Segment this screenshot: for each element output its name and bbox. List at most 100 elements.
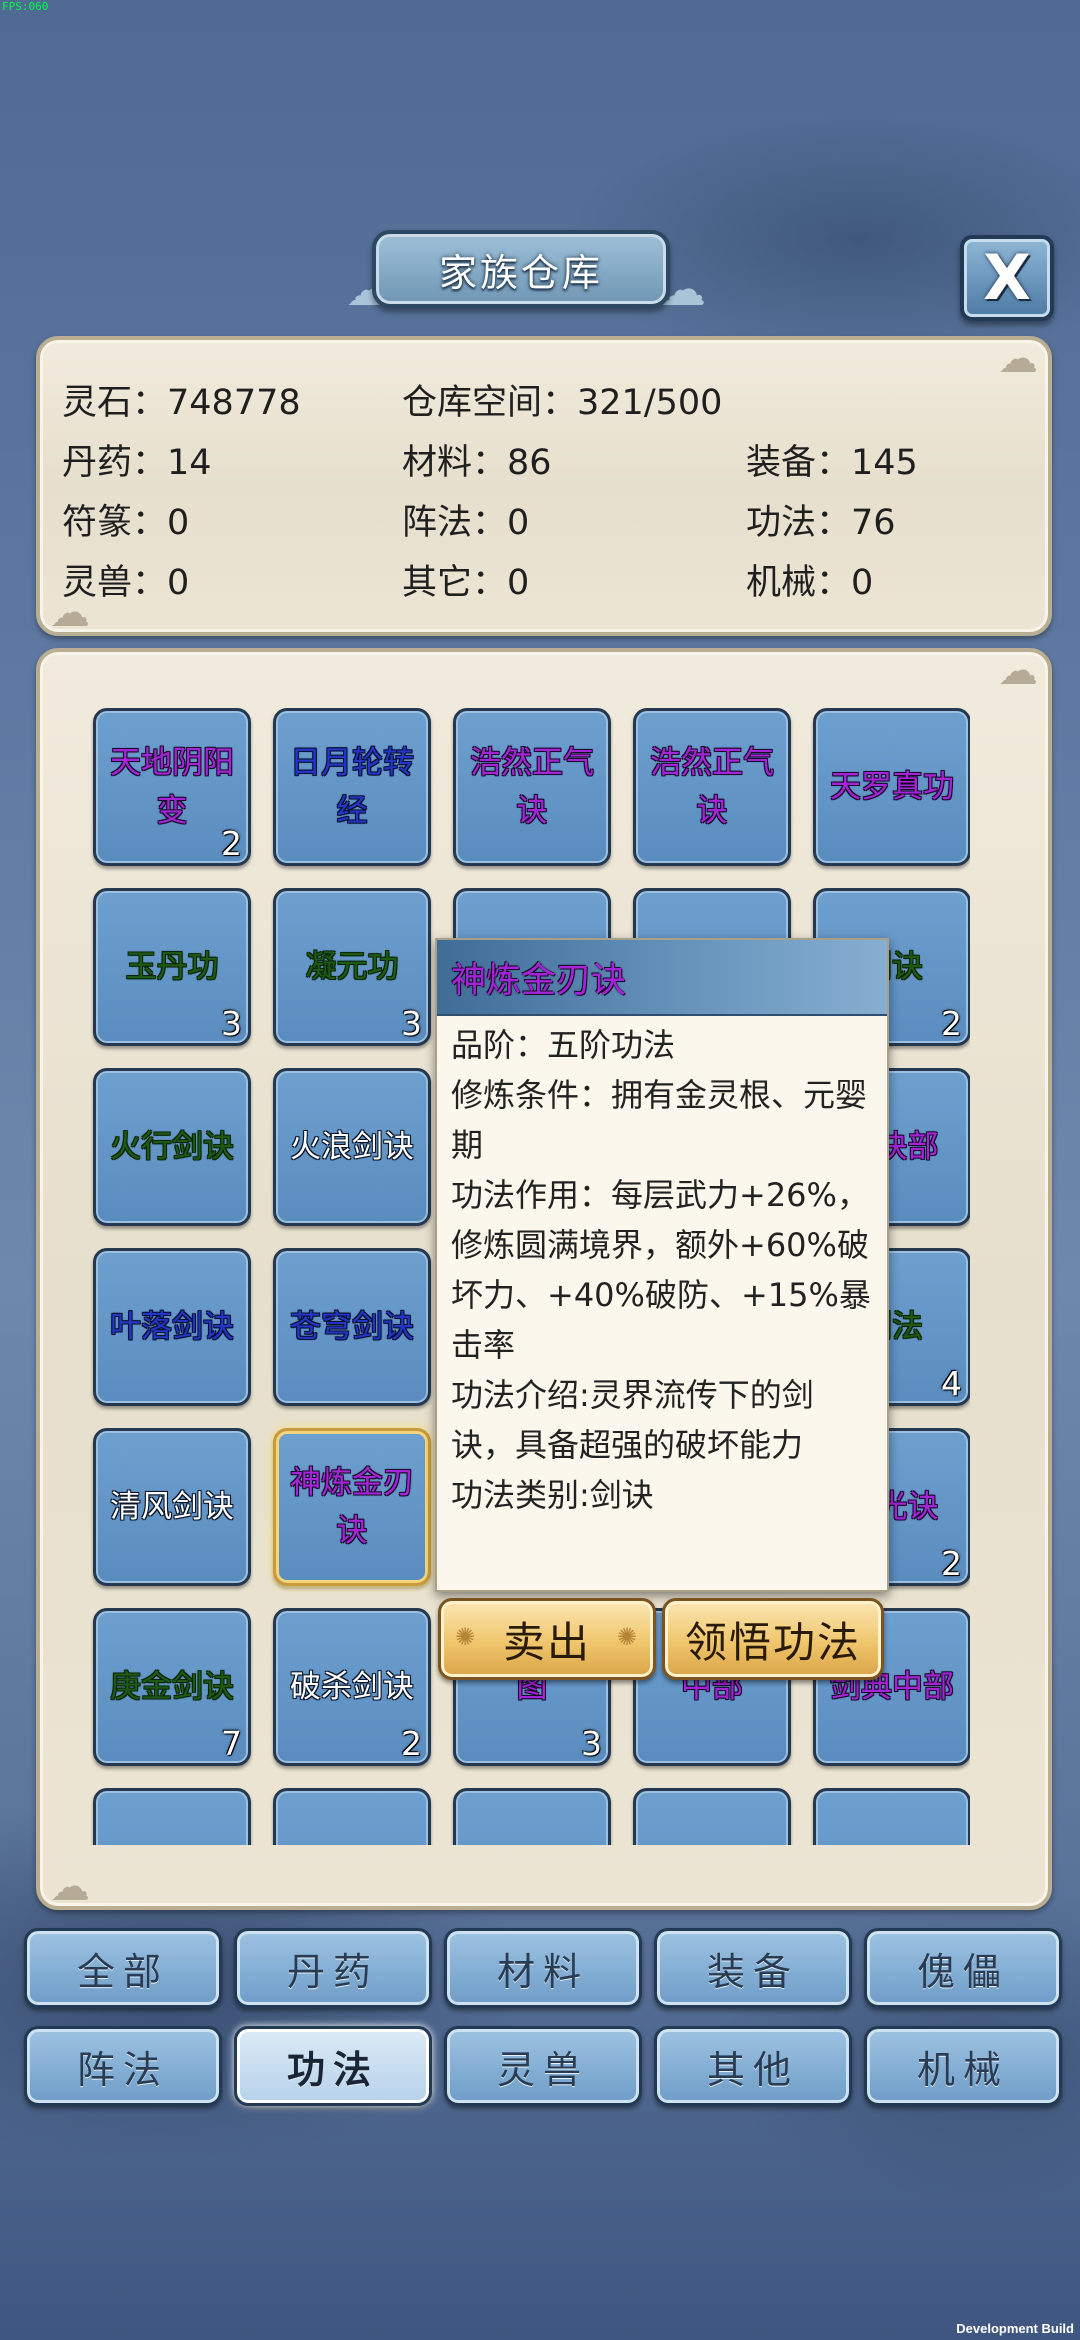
item-slot[interactable] bbox=[273, 1788, 431, 1845]
item-name bbox=[96, 1791, 248, 1845]
tooltip-line: 品阶：五阶功法 bbox=[451, 1026, 676, 1064]
stat-value: 0 bbox=[167, 563, 190, 603]
item-count: 2 bbox=[401, 1724, 422, 1763]
item-slot[interactable] bbox=[453, 1788, 611, 1845]
tab-label: 丹药 bbox=[286, 1949, 379, 1994]
item-slot[interactable]: 天地阴阳变 2 bbox=[93, 708, 251, 866]
item-name: 浩然正气诀 bbox=[650, 745, 774, 829]
tab-5[interactable]: 傀儡 bbox=[864, 1928, 1062, 2008]
close-button[interactable]: X bbox=[960, 235, 1054, 321]
item-count: 3 bbox=[581, 1724, 602, 1763]
item-name: 叶落剑诀 bbox=[110, 1309, 234, 1345]
tab-6[interactable]: 阵法 bbox=[24, 2026, 222, 2106]
tab-1[interactable]: 全部 bbox=[24, 1928, 222, 2008]
item-slot[interactable]: 苍穹剑诀 bbox=[273, 1248, 431, 1406]
stat-zhenfa: 阵法：0 bbox=[402, 494, 529, 545]
item-slot[interactable]: 破杀剑诀 2 bbox=[273, 1608, 431, 1766]
stat-fuzhuan: 符篆：0 bbox=[62, 494, 189, 545]
title-plate: 家族仓库 bbox=[372, 230, 670, 308]
stat-value: 748778 bbox=[167, 383, 301, 423]
cloud-corner-icon: ☁ bbox=[998, 336, 1038, 382]
item-slot[interactable]: 清风剑诀 bbox=[93, 1428, 251, 1586]
tooltip-line: 修炼条件：拥有金灵根、元婴期 bbox=[451, 1076, 868, 1164]
tooltip-body: 品阶：五阶功法 修炼条件：拥有金灵根、元婴期 功法作用：每层武力+26%，修炼圆… bbox=[451, 1020, 877, 1520]
stat-label: 装备： bbox=[746, 443, 852, 483]
stat-value: 145 bbox=[851, 443, 918, 483]
tab-8[interactable]: 灵兽 bbox=[444, 2026, 642, 2106]
item-name: 苍穹剑诀 bbox=[290, 1309, 414, 1345]
stat-label: 丹药： bbox=[62, 443, 168, 483]
stat-label: 灵兽： bbox=[62, 563, 168, 603]
item-name: 浩然正气诀 bbox=[470, 745, 594, 829]
stat-value: 0 bbox=[167, 503, 190, 543]
item-slot[interactable]: 火浪剑诀 bbox=[273, 1068, 431, 1226]
tab-label: 机械 bbox=[916, 2047, 1009, 2092]
learn-button-label: 领悟功法 bbox=[684, 1617, 861, 1667]
page-title: 家族仓库 bbox=[438, 250, 603, 295]
tab-10[interactable]: 机械 bbox=[864, 2026, 1062, 2106]
item-slot[interactable]: 浩然正气诀 bbox=[633, 708, 791, 866]
stat-value: 321/500 bbox=[577, 383, 723, 423]
stat-qita: 其它：0 bbox=[402, 554, 529, 605]
tab-label: 全部 bbox=[76, 1949, 169, 1994]
stat-space: 仓库空间：321/500 bbox=[402, 374, 722, 425]
item-slot[interactable]: 火行剑诀 bbox=[93, 1068, 251, 1226]
tab-label: 材料 bbox=[496, 1949, 589, 1994]
stat-label: 其它： bbox=[402, 563, 508, 603]
fps-counter: FPS:060 bbox=[2, 0, 49, 13]
item-name bbox=[456, 1791, 608, 1845]
tab-3[interactable]: 材料 bbox=[444, 1928, 642, 2008]
tab-7[interactable]: 功法 bbox=[234, 2026, 432, 2106]
development-build-label: Development Build bbox=[956, 2321, 1074, 2336]
item-name: 火行剑诀 bbox=[110, 1129, 234, 1165]
item-slot-selected[interactable]: 神炼金刃诀 bbox=[273, 1428, 431, 1586]
item-count: 7 bbox=[221, 1724, 242, 1763]
item-slot[interactable] bbox=[633, 1788, 791, 1845]
item-count: 2 bbox=[941, 1004, 962, 1043]
tooltip-title: 神炼金刃诀 bbox=[451, 961, 627, 1001]
stat-danyao: 丹药：14 bbox=[62, 434, 212, 485]
stat-label: 材料： bbox=[402, 443, 508, 483]
tab-2[interactable]: 丹药 bbox=[234, 1928, 432, 2008]
item-slot[interactable]: 叶落剑诀 bbox=[93, 1248, 251, 1406]
stat-label: 符篆： bbox=[62, 503, 168, 543]
learn-technique-button[interactable]: 领悟功法 bbox=[662, 1598, 884, 1680]
item-count: 4 bbox=[941, 1364, 962, 1403]
item-slot[interactable]: 浩然正气诀 bbox=[453, 708, 611, 866]
stat-lingshou: 灵兽：0 bbox=[62, 554, 189, 605]
swirl-ornament-icon: ✺ bbox=[616, 1623, 639, 1651]
item-slot[interactable]: 庚金剑诀 7 bbox=[93, 1608, 251, 1766]
storage-stats-panel: ☁ ☁ 灵石：748778 仓库空间：321/500 丹药：14 材料：86 装… bbox=[36, 336, 1052, 636]
cloud-corner-icon: ☁ bbox=[998, 648, 1038, 694]
stat-value: 0 bbox=[851, 563, 874, 603]
stat-value: 0 bbox=[507, 503, 530, 543]
tab-4[interactable]: 装备 bbox=[654, 1928, 852, 2008]
stat-jixie: 机械：0 bbox=[746, 554, 873, 605]
item-name bbox=[276, 1791, 428, 1845]
item-slot[interactable]: 玉丹功 3 bbox=[93, 888, 251, 1046]
swirl-ornament-icon: ✺ bbox=[455, 1623, 478, 1651]
tab-9[interactable]: 其他 bbox=[654, 2026, 852, 2106]
item-name: 天罗真功 bbox=[830, 769, 954, 805]
tab-label: 傀儡 bbox=[916, 1949, 1009, 1994]
stat-value: 0 bbox=[507, 563, 530, 603]
item-name bbox=[636, 1791, 788, 1845]
item-name: 清风剑诀 bbox=[110, 1489, 234, 1525]
sell-button[interactable]: ✺ 卖出 ✺ bbox=[438, 1598, 656, 1680]
stat-label: 功法： bbox=[746, 503, 852, 543]
stat-label: 机械： bbox=[746, 563, 852, 603]
item-slot[interactable] bbox=[93, 1788, 251, 1845]
stat-cailiao: 材料：86 bbox=[402, 434, 552, 485]
stat-zhuangbei: 装备：145 bbox=[746, 434, 918, 485]
stat-label: 灵石： bbox=[62, 383, 168, 423]
tooltip-line: 功法介绍:灵界流传下的剑诀，具备超强的破坏能力 bbox=[451, 1376, 814, 1464]
item-slot[interactable] bbox=[813, 1788, 970, 1845]
item-slot[interactable]: 天罗真功 bbox=[813, 708, 970, 866]
item-slot[interactable]: 凝元功 3 bbox=[273, 888, 431, 1046]
stat-value: 76 bbox=[851, 503, 896, 543]
tab-label: 装备 bbox=[706, 1949, 799, 1994]
item-count: 2 bbox=[221, 824, 242, 863]
item-slot[interactable]: 日月轮转经 bbox=[273, 708, 431, 866]
stat-lingshi: 灵石：748778 bbox=[62, 374, 301, 425]
item-name: 日月轮转经 bbox=[290, 745, 414, 829]
